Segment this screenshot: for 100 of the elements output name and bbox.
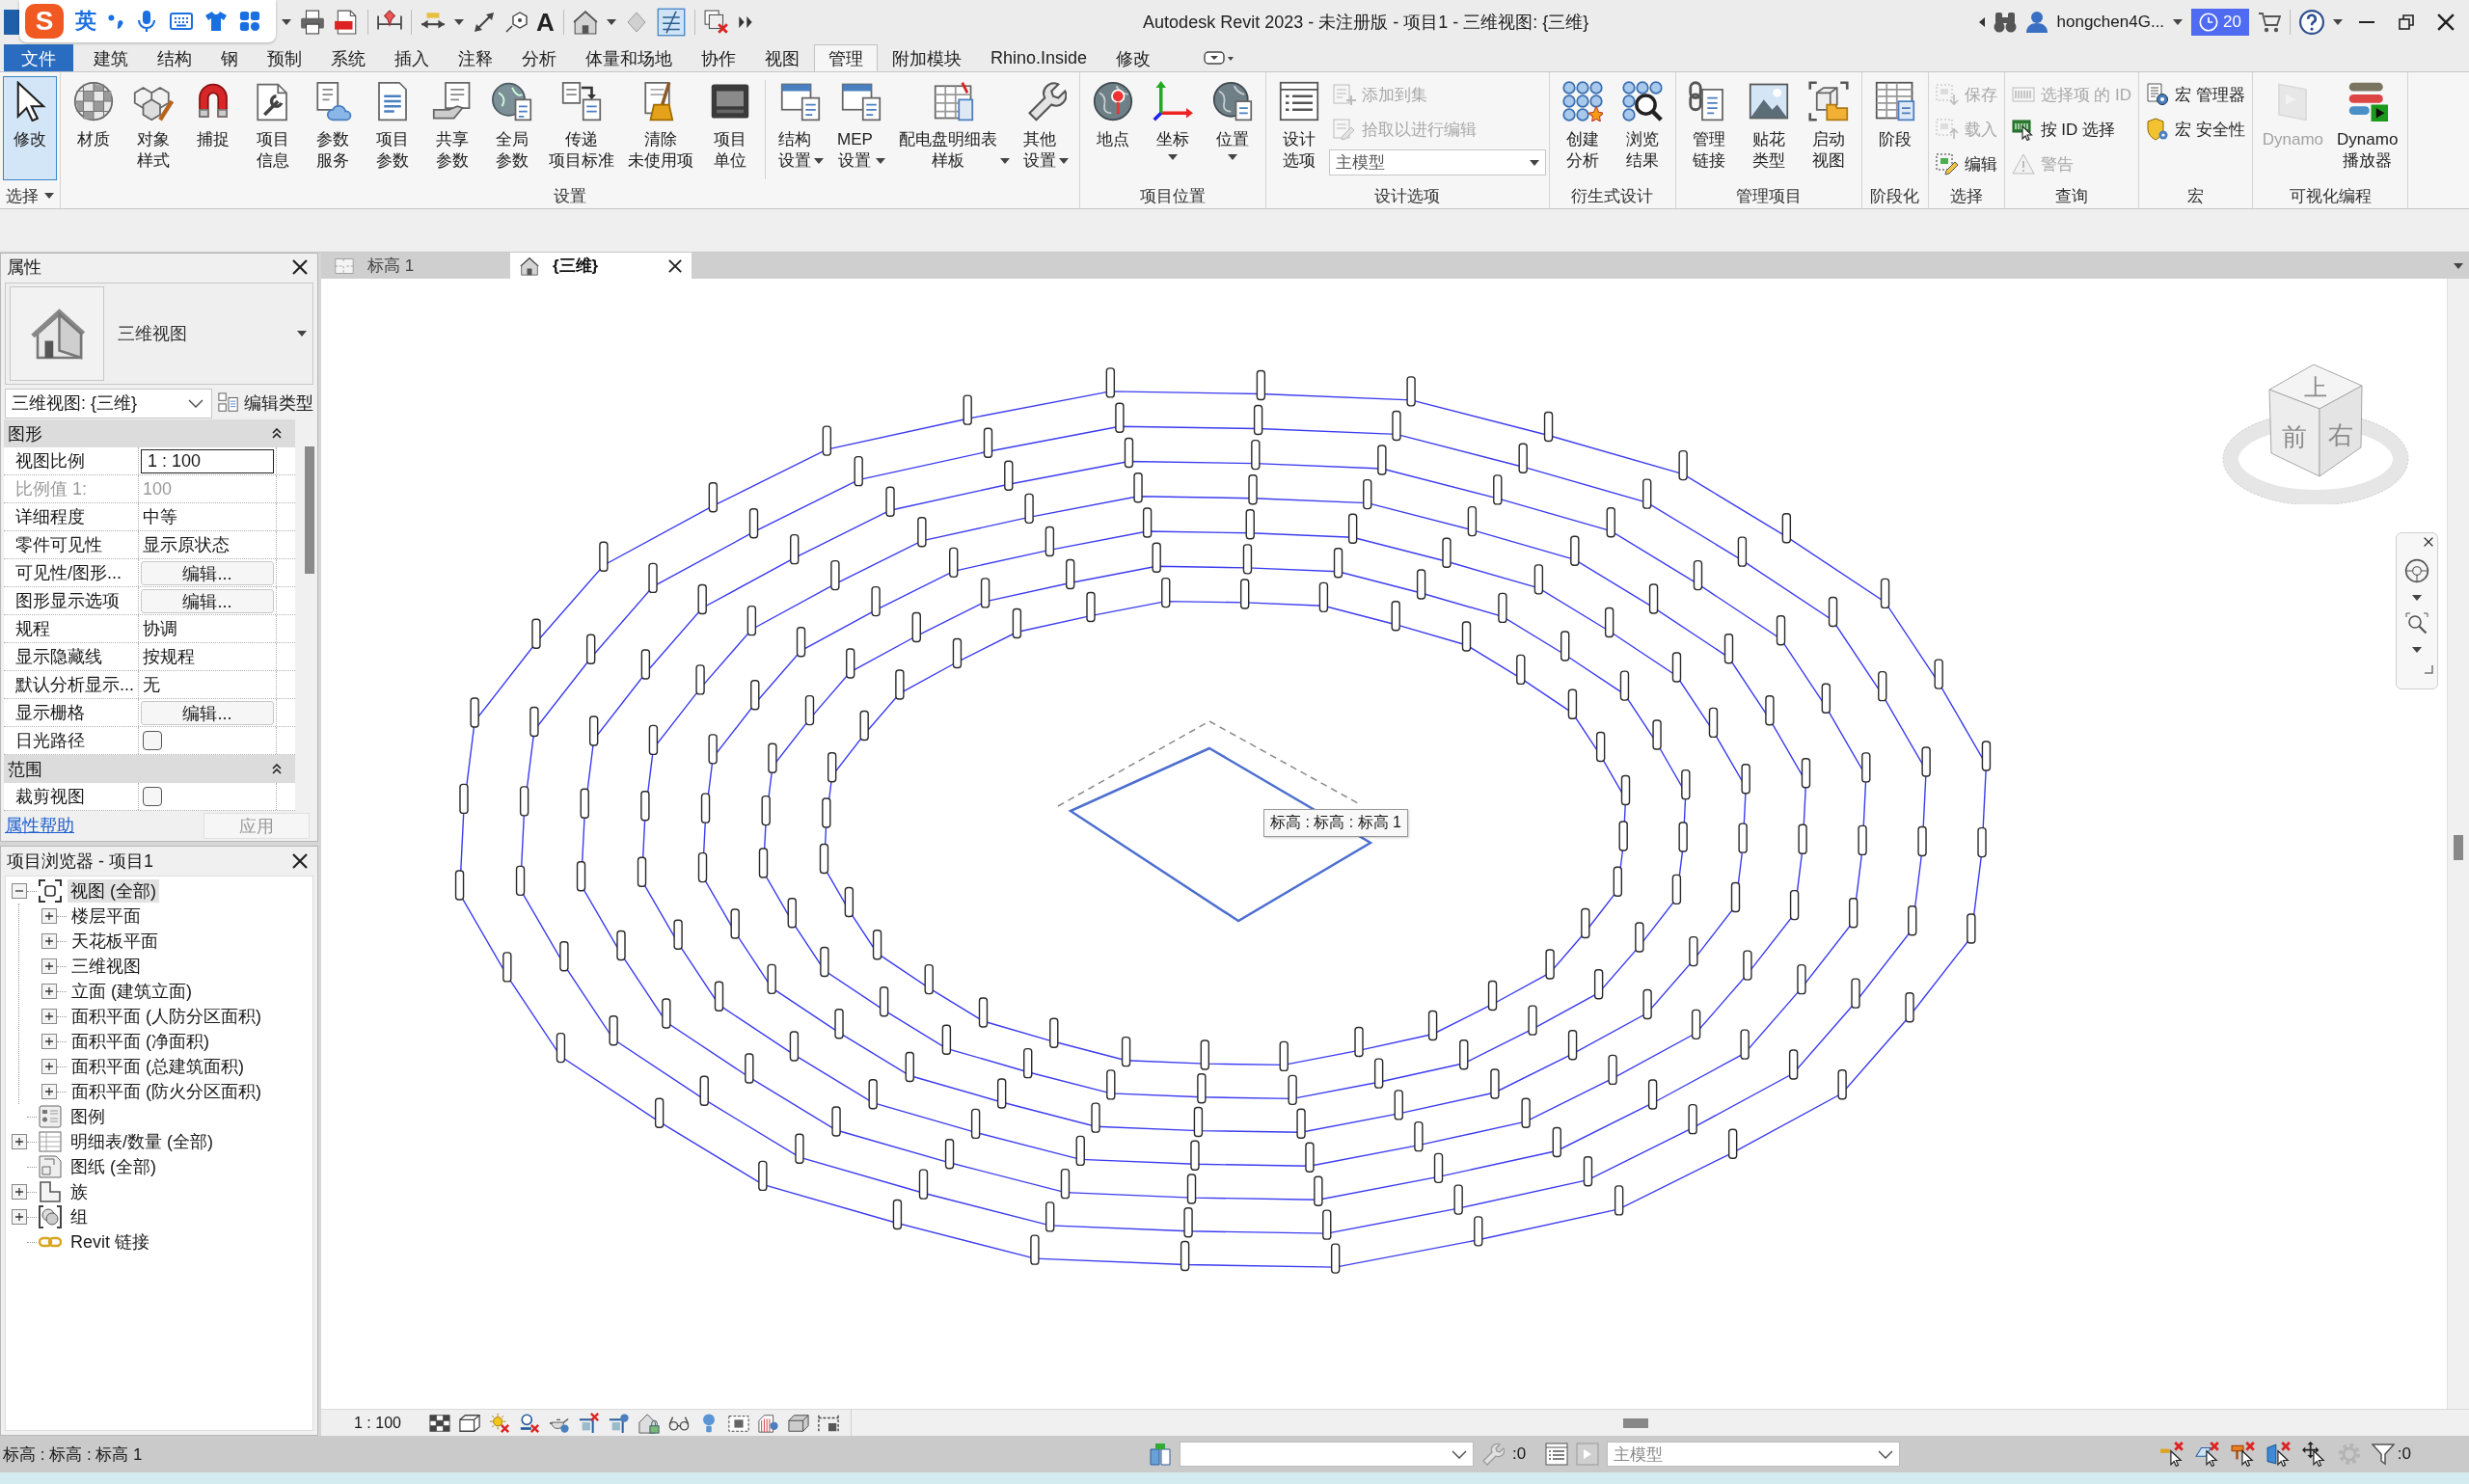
- ribbon-button[interactable]: 其他设置: [1016, 76, 1076, 175]
- property-group-header[interactable]: 范围: [4, 755, 295, 783]
- property-value[interactable]: 无: [141, 673, 160, 696]
- close-button[interactable]: [290, 257, 310, 277]
- tree-item[interactable]: 楼层平面: [68, 904, 144, 928]
- tag-icon[interactable]: [504, 11, 528, 34]
- striped-box-bulb-icon[interactable]: [757, 1412, 779, 1434]
- ribbon-button[interactable]: 捕捉: [183, 76, 243, 153]
- ribbon-button[interactable]: 坐标: [1142, 76, 1203, 163]
- list-window-icon[interactable]: [1545, 1443, 1569, 1466]
- ribbon-tab[interactable]: 结构: [143, 44, 206, 71]
- help-link[interactable]: 属性帮助: [5, 814, 74, 837]
- worksets-icon[interactable]: [1149, 1443, 1172, 1466]
- ribbon-tab[interactable]: 视图: [750, 44, 814, 71]
- design-option-dropdown[interactable]: 主模型: [1328, 149, 1546, 175]
- plus-box-icon[interactable]: [41, 933, 57, 949]
- close-button[interactable]: [290, 851, 310, 871]
- ribbon-button[interactable]: 启动视图: [1798, 76, 1859, 175]
- ribbon-small-button[interactable]: 宏 管理器: [2142, 78, 2249, 111]
- ribbon-toggle-icon[interactable]: [1204, 51, 1235, 65]
- close-icon[interactable]: [668, 258, 682, 273]
- collapse-icon[interactable]: [272, 764, 282, 774]
- ribbon-button[interactable]: 项目单位: [700, 76, 760, 175]
- zoom-icon[interactable]: [2405, 612, 2428, 635]
- tree-item[interactable]: 面积平面 (净面积): [68, 1030, 212, 1053]
- ribbon-tab[interactable]: 文件: [4, 44, 73, 71]
- plus-box-icon[interactable]: [41, 958, 57, 974]
- user-name[interactable]: hongchen4G...: [2056, 13, 2165, 32]
- shirt-icon[interactable]: [204, 10, 228, 33]
- panel-cursor-cross-icon[interactable]: [2266, 1442, 2292, 1467]
- ribbon-button[interactable]: 共享参数: [422, 76, 482, 175]
- cart-icon[interactable]: [2258, 11, 2281, 34]
- text-tool-button[interactable]: A: [536, 8, 555, 37]
- property-value[interactable]: 显示原状态: [141, 533, 230, 556]
- level-plane[interactable]: [1057, 720, 1373, 923]
- ribbon-tab[interactable]: 注释: [444, 44, 507, 71]
- caret-icon[interactable]: [2173, 19, 2184, 25]
- ribbon-tab[interactable]: 分析: [507, 44, 571, 71]
- caret-icon[interactable]: [454, 19, 464, 25]
- printer-icon[interactable]: [300, 10, 325, 35]
- plus-box-icon[interactable]: [41, 1084, 57, 1099]
- instance-dropdown[interactable]: 三维视图: {三维}: [5, 388, 212, 418]
- scrollbar-thumb[interactable]: [305, 446, 314, 574]
- user-icon[interactable]: [2024, 11, 2048, 34]
- checkbox[interactable]: [143, 731, 162, 750]
- caret-icon[interactable]: [2454, 262, 2463, 269]
- tree-item[interactable]: Revit 链接: [68, 1230, 152, 1254]
- ribbon-button[interactable]: 全局参数: [482, 76, 542, 175]
- property-value[interactable]: 协调: [141, 617, 177, 640]
- left-caret-icon[interactable]: [1978, 17, 1985, 27]
- ribbon-tab[interactable]: 协作: [687, 44, 750, 71]
- tree-item[interactable]: 图例: [68, 1105, 108, 1128]
- ribbon-button[interactable]: 位置: [1202, 76, 1262, 163]
- ribbon-button[interactable]: 清除未使用项: [621, 76, 700, 175]
- ribbon-button[interactable]: 创建分析: [1552, 76, 1613, 175]
- caret-icon[interactable]: [606, 19, 616, 25]
- type-selector[interactable]: 三维视图: [5, 283, 313, 385]
- chain-cursor-cross-icon[interactable]: [2158, 1442, 2184, 1467]
- lens-cross-icon[interactable]: [518, 1412, 540, 1434]
- ribbon-button[interactable]: 传递项目标准: [542, 76, 621, 175]
- tree-item[interactable]: 视图 (全部): [68, 879, 159, 903]
- caret-icon[interactable]: [282, 19, 291, 25]
- checker-grid-icon[interactable]: [428, 1412, 450, 1434]
- ribbon-small-button[interactable]: 宏 安全性: [2142, 113, 2249, 146]
- ribbon-button[interactable]: 修改: [3, 76, 57, 180]
- ribbon-tab[interactable]: 附加模块: [878, 44, 976, 71]
- ribbon-small-button[interactable]: 按 ID 选择: [2007, 113, 2135, 146]
- sun-cross-icon[interactable]: [488, 1412, 510, 1434]
- solid-cube-icon[interactable]: [787, 1412, 809, 1434]
- ribbon-tab[interactable]: 体量和场地: [571, 44, 687, 71]
- scrollbar-thumb[interactable]: [2454, 835, 2463, 860]
- notification-badge[interactable]: 20: [2191, 9, 2249, 36]
- cube-icon[interactable]: [458, 1412, 480, 1434]
- ribbon-tab[interactable]: 预制: [253, 44, 316, 71]
- edit-button[interactable]: 编辑...: [141, 560, 274, 585]
- keyboard-icon[interactable]: [170, 10, 193, 33]
- double-chevron-icon[interactable]: [737, 14, 753, 30]
- view-tab[interactable]: {三维}: [510, 253, 692, 279]
- ribbon-tab[interactable]: 插入: [380, 44, 444, 71]
- diagonal-arrow-icon[interactable]: [473, 11, 496, 34]
- collapse-icon[interactable]: [272, 428, 282, 439]
- ribbon-button[interactable]: 配电盘明细表样板: [891, 76, 1017, 175]
- tree-item[interactable]: 面积平面 (防火分区面积): [68, 1080, 264, 1103]
- ribbon-tab[interactable]: 系统: [316, 44, 380, 71]
- tree-item[interactable]: 明细表/数量 (全部): [68, 1130, 216, 1153]
- plus-box-icon[interactable]: [12, 1209, 27, 1225]
- plus-box-icon[interactable]: [41, 1034, 57, 1049]
- house-icon[interactable]: [572, 10, 598, 35]
- close-icon[interactable]: [2424, 537, 2433, 547]
- ribbon-button[interactable]: 项目参数: [363, 76, 422, 175]
- design-option-dropdown[interactable]: 主模型: [1607, 1442, 1901, 1467]
- ribbon-tab[interactable]: 修改: [1101, 44, 1166, 71]
- punctuation-icon[interactable]: [108, 13, 123, 29]
- steering-wheel-icon[interactable]: [2404, 558, 2429, 583]
- view-tab[interactable]: 标高 1: [325, 253, 506, 279]
- tree-item[interactable]: 组: [68, 1205, 91, 1228]
- tree-item[interactable]: 面积平面 (总建筑面积): [68, 1055, 247, 1078]
- ribbon-button[interactable]: Dynamo 播放器: [2330, 76, 2405, 175]
- ribbon-button[interactable]: MEP 设置: [830, 76, 892, 175]
- edit-type-button[interactable]: 编辑类型: [218, 391, 313, 415]
